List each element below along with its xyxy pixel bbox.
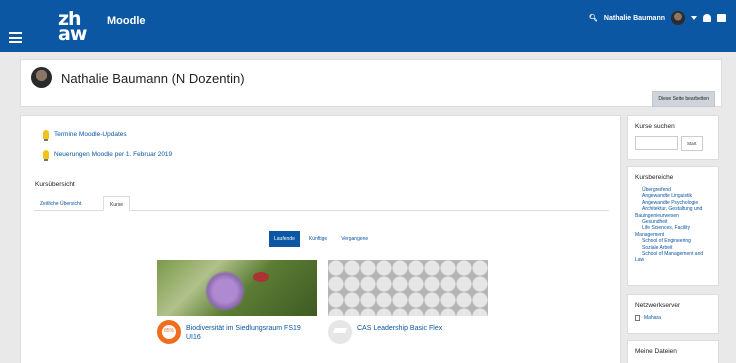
- page-title: Nathalie Baumann (N Dozentin): [61, 71, 245, 86]
- filter-in-progress[interactable]: Laufende: [269, 231, 300, 247]
- document-icon: [635, 315, 640, 321]
- lightbulb-icon: [43, 130, 49, 141]
- course-title[interactable]: Biodiversität im Siedlungsraum FS19 UI16: [186, 320, 301, 342]
- course-search-block: Kurse suchen Start: [627, 115, 719, 160]
- top-navbar: zh aw Moodle 🔍︎ Nathalie Baumann: [0, 0, 736, 52]
- overview-tabs: Zeitliche Übersicht Kurse: [34, 196, 609, 211]
- category-link[interactable]: School of Management and: [635, 251, 711, 257]
- my-files-block: Meine Dateien: [627, 340, 719, 363]
- course-card[interactable]: CAS Leadership Basic Flex: [328, 260, 488, 344]
- block-title: Kursbereiche: [635, 174, 674, 181]
- course-title[interactable]: CAS Leadership Basic Flex: [357, 320, 442, 333]
- notification-bell-icon[interactable]: [703, 14, 711, 22]
- dashboard-main: Termine Moodle-Updates Neuerungen Moodle…: [20, 115, 621, 363]
- update-link-termine[interactable]: Termine Moodle-Updates: [43, 130, 127, 141]
- course-overview-title: Kursübersicht: [35, 181, 75, 188]
- course-image[interactable]: [328, 260, 488, 316]
- block-title: Meine Dateien: [635, 348, 677, 355]
- course-filter: Laufende Künftige Vergangene: [269, 231, 373, 247]
- mahara-label[interactable]: Mahara: [644, 315, 661, 321]
- tab-timeline[interactable]: Zeitliche Übersicht: [34, 196, 87, 211]
- edit-page-button[interactable]: Diese Seite bearbeiten: [652, 91, 715, 107]
- filter-future[interactable]: Künftige: [304, 231, 332, 247]
- progress-value: 85%: [163, 328, 174, 334]
- course-title-line-2[interactable]: UI16: [186, 333, 301, 342]
- filter-past[interactable]: Vergangene: [336, 231, 373, 247]
- course-title-line-1[interactable]: Biodiversität im Siedlungsraum FS19: [186, 324, 301, 333]
- update-link-neuerungen[interactable]: Neuerungen Moodle per 1. Februar 2019: [43, 150, 172, 161]
- block-title: Netzwerkserver: [635, 302, 681, 309]
- course-card[interactable]: 85% Biodiversität im Siedlungsraum FS19 …: [157, 260, 317, 344]
- user-menu[interactable]: 🔍︎ Nathalie Baumann: [589, 11, 726, 25]
- mahara-link[interactable]: Mahara: [635, 315, 711, 321]
- lightbulb-icon: [43, 150, 49, 161]
- course-search-input[interactable]: [635, 136, 678, 150]
- search-icon[interactable]: 🔍︎: [589, 14, 598, 22]
- zhaw-logo[interactable]: zh aw: [58, 10, 87, 45]
- hamburger-menu-icon[interactable]: [9, 32, 22, 43]
- logo-line-2: aw: [58, 23, 87, 45]
- messages-icon[interactable]: [717, 14, 726, 22]
- avatar[interactable]: [671, 11, 685, 25]
- page-header: Nathalie Baumann (N Dozentin) Diese Seit…: [20, 59, 722, 107]
- network-server-block: Netzwerkserver Mahara: [627, 294, 719, 334]
- chevron-down-icon[interactable]: [691, 16, 697, 20]
- course-categories-block: Kursbereiche Übergreifend Angewandte Lin…: [627, 166, 719, 286]
- site-name[interactable]: Moodle: [107, 15, 146, 27]
- update-link-label[interactable]: Neuerungen Moodle per 1. Februar 2019: [54, 151, 172, 158]
- tab-courses[interactable]: Kurse: [103, 196, 131, 211]
- course-image[interactable]: [157, 260, 317, 316]
- search-start-button[interactable]: Start: [681, 136, 703, 151]
- category-list: Übergreifend Angewandte Linguistik Angew…: [635, 187, 711, 264]
- update-link-label[interactable]: Termine Moodle-Updates: [54, 131, 127, 138]
- progress-chart: 85%: [157, 320, 181, 344]
- category-link[interactable]: Law: [635, 257, 711, 263]
- block-title: Kurse suchen: [635, 123, 675, 130]
- graduation-cap-icon: [328, 320, 352, 344]
- category-link[interactable]: Architektur, Gestaltung und: [635, 206, 711, 212]
- user-name[interactable]: Nathalie Baumann: [604, 15, 665, 22]
- user-avatar: [31, 67, 52, 88]
